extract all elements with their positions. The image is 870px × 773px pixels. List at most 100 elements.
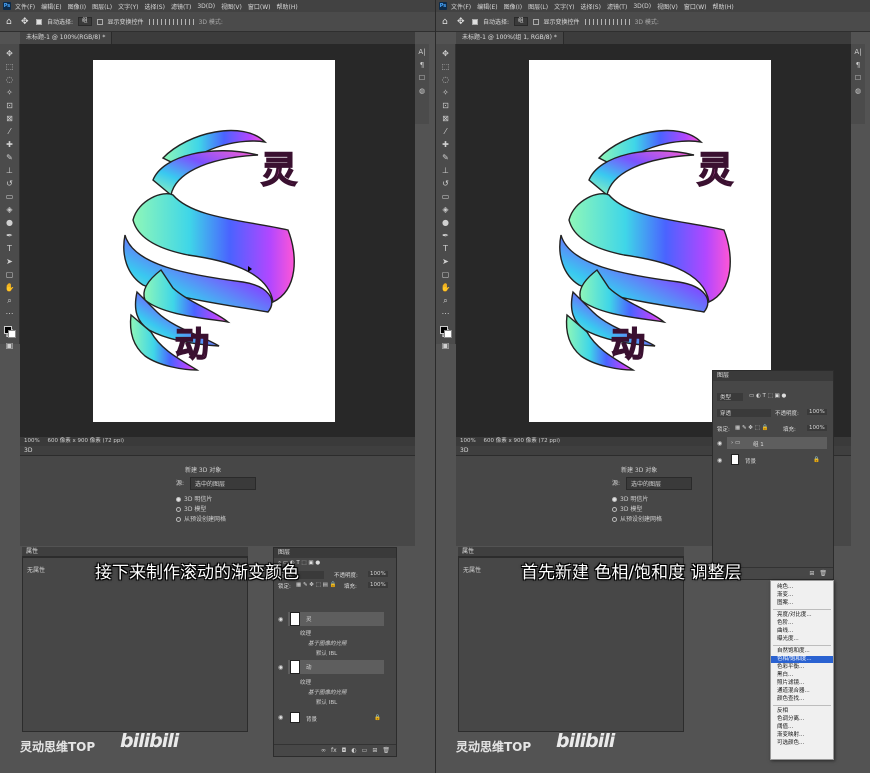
trash-icon[interactable]: 🗑: [819, 570, 827, 577]
crop-icon[interactable]: ⊡: [440, 100, 451, 111]
adjustment-menu-item[interactable]: 反相: [771, 708, 833, 715]
opacity-field[interactable]: 100%: [368, 571, 388, 577]
menu-help[interactable]: 帮助(H): [713, 2, 734, 11]
move-icon[interactable]: ✥: [4, 48, 15, 59]
adjustment-menu-item[interactable]: 亮度/对比度...: [771, 612, 833, 619]
adjustment-menu-item[interactable]: 色相/饱和度...: [771, 656, 833, 663]
adjustment-menu-item[interactable]: 曲线...: [771, 628, 833, 635]
adjustment-menu-item[interactable]: 色阶...: [771, 620, 833, 627]
align-buttons[interactable]: [148, 18, 194, 25]
radio-3d-model[interactable]: 3D 模型: [176, 504, 206, 513]
more-tools-icon[interactable]: ⋯: [4, 308, 15, 319]
canvas-area[interactable]: 灵 灵 动: [20, 44, 415, 437]
screen-mode-icon[interactable]: ▣: [440, 340, 451, 351]
pen-icon[interactable]: ✒: [4, 230, 15, 241]
menu-file[interactable]: 文件(F): [451, 2, 471, 11]
brush-icon[interactable]: ✎: [440, 152, 451, 163]
adjustment-icon[interactable]: ◐: [351, 747, 356, 754]
menu-filter[interactable]: 滤镜(T): [607, 2, 627, 11]
layer-dong-name[interactable]: 动: [306, 663, 312, 671]
trash-icon[interactable]: 🗑: [382, 747, 390, 754]
more-tools-icon[interactable]: ⋯: [440, 308, 451, 319]
type-icon[interactable]: T: [4, 243, 15, 254]
opacity-field[interactable]: 100%: [807, 409, 827, 415]
menu-edit[interactable]: 编辑(E): [41, 2, 61, 11]
source-dropdown[interactable]: 选中的图层: [190, 477, 256, 490]
marquee-icon[interactable]: ⬚: [440, 61, 451, 72]
adjustment-menu-item[interactable]: 纯色...: [771, 584, 833, 591]
radio-preset-mesh[interactable]: 从预设创建网格: [176, 514, 226, 523]
move-tool-icon[interactable]: ✥: [21, 17, 31, 27]
menu-filter[interactable]: 滤镜(T): [171, 2, 191, 11]
bucket-icon[interactable]: ◈: [440, 204, 451, 215]
lasso-icon[interactable]: ◌: [4, 74, 15, 85]
frame-icon[interactable]: ⊠: [440, 113, 451, 124]
menu-3d[interactable]: 3D(D): [197, 3, 215, 10]
menu-image[interactable]: 图像(I): [504, 2, 522, 11]
document-tab[interactable]: 未标题-1 @ 100%(组 1, RGB/8) *: [456, 32, 564, 44]
menu-window[interactable]: 窗口(W): [684, 2, 707, 11]
eraser-icon[interactable]: ▭: [4, 191, 15, 202]
adjustment-menu-item[interactable]: 黑白...: [771, 672, 833, 679]
eyedropper-icon[interactable]: ⁄: [4, 126, 15, 137]
auto-select-checkbox[interactable]: [36, 18, 42, 25]
source-dropdown[interactable]: 选中的图层: [626, 477, 692, 490]
menu-image[interactable]: 图像(I): [68, 2, 86, 11]
move-icon[interactable]: ✥: [440, 48, 451, 59]
character-panel-icon[interactable]: A|: [418, 48, 425, 56]
layer-kind-dropdown[interactable]: 类型: [717, 393, 743, 401]
mask-icon[interactable]: ◘: [342, 747, 347, 754]
shape-icon[interactable]: ▢: [4, 269, 15, 280]
eye-icon[interactable]: ◉: [278, 714, 283, 721]
menu-help[interactable]: 帮助(H): [277, 2, 298, 11]
layer-background-name[interactable]: 背景: [745, 457, 756, 465]
link-icon[interactable]: ∞: [321, 747, 326, 754]
adjustment-menu-item[interactable]: 通道混合器...: [771, 688, 833, 695]
layers-filter-row[interactable]: ▭ ◐ T ⬚ ▣ ●: [749, 393, 786, 399]
adjustment-menu-item[interactable]: 颜色查找...: [771, 696, 833, 703]
magic-wand-icon[interactable]: ✧: [4, 87, 15, 98]
healing-icon[interactable]: ✚: [4, 139, 15, 150]
fx-icon[interactable]: fx: [331, 747, 337, 754]
artboard[interactable]: 灵 灵 动: [93, 60, 335, 422]
zoom-icon[interactable]: ⌕: [4, 295, 15, 306]
lock-icons[interactable]: ▦ ✎ ✥ ⬚ ▤ 🔒: [296, 582, 336, 588]
show-transform-checkbox[interactable]: [532, 18, 539, 25]
paragraph-panel-icon[interactable]: ¶: [856, 61, 860, 69]
healing-icon[interactable]: ✚: [440, 139, 451, 150]
menu-window[interactable]: 窗口(W): [248, 2, 271, 11]
show-transform-checkbox[interactable]: [96, 18, 103, 25]
paragraph-panel-icon[interactable]: ¶: [420, 61, 424, 69]
auto-select-dropdown[interactable]: 组: [78, 17, 92, 26]
fill-field[interactable]: 100%: [368, 582, 388, 588]
home-icon[interactable]: ⌂: [442, 17, 452, 27]
menu-view[interactable]: 视图(V): [657, 2, 678, 11]
hand-icon[interactable]: ✋: [440, 282, 451, 293]
eye-icon[interactable]: ◉: [717, 440, 722, 447]
new-layer-icon[interactable]: ⊞: [809, 570, 814, 577]
adjustment-menu-item[interactable]: 图案...: [771, 600, 833, 607]
eye-icon[interactable]: ◉: [278, 664, 283, 671]
history-brush-icon[interactable]: ↺: [4, 178, 15, 189]
menu-layer[interactable]: 图层(L): [92, 2, 112, 11]
adjustment-menu-item[interactable]: 曝光度...: [771, 636, 833, 643]
menu-layer[interactable]: 图层(L): [528, 2, 548, 11]
stamp-icon[interactable]: ⊥: [4, 165, 15, 176]
layer-dong-highlight[interactable]: [288, 660, 384, 674]
adjustment-menu-item[interactable]: 可选颜色...: [771, 740, 833, 747]
eye-icon[interactable]: ◉: [717, 457, 722, 464]
history-panel-icon[interactable]: ☐: [419, 74, 425, 82]
history-brush-icon[interactable]: ↺: [440, 178, 451, 189]
eraser-icon[interactable]: ▭: [440, 191, 451, 202]
pen-icon[interactable]: ✒: [440, 230, 451, 241]
menu-3d[interactable]: 3D(D): [633, 3, 651, 10]
menu-select[interactable]: 选择(S): [144, 2, 165, 11]
history-panel-icon[interactable]: ☐: [855, 74, 861, 82]
document-tab[interactable]: 未标题-1 @ 100%(RGB/8) *: [20, 32, 113, 44]
crop-icon[interactable]: ⊡: [4, 100, 15, 111]
frame-icon[interactable]: ⊠: [4, 113, 15, 124]
radio-3d-model[interactable]: 3D 模型: [612, 504, 642, 513]
fill-field[interactable]: 100%: [807, 425, 827, 431]
eyedropper-icon[interactable]: ⁄: [440, 126, 451, 137]
auto-select-checkbox[interactable]: [472, 18, 478, 25]
